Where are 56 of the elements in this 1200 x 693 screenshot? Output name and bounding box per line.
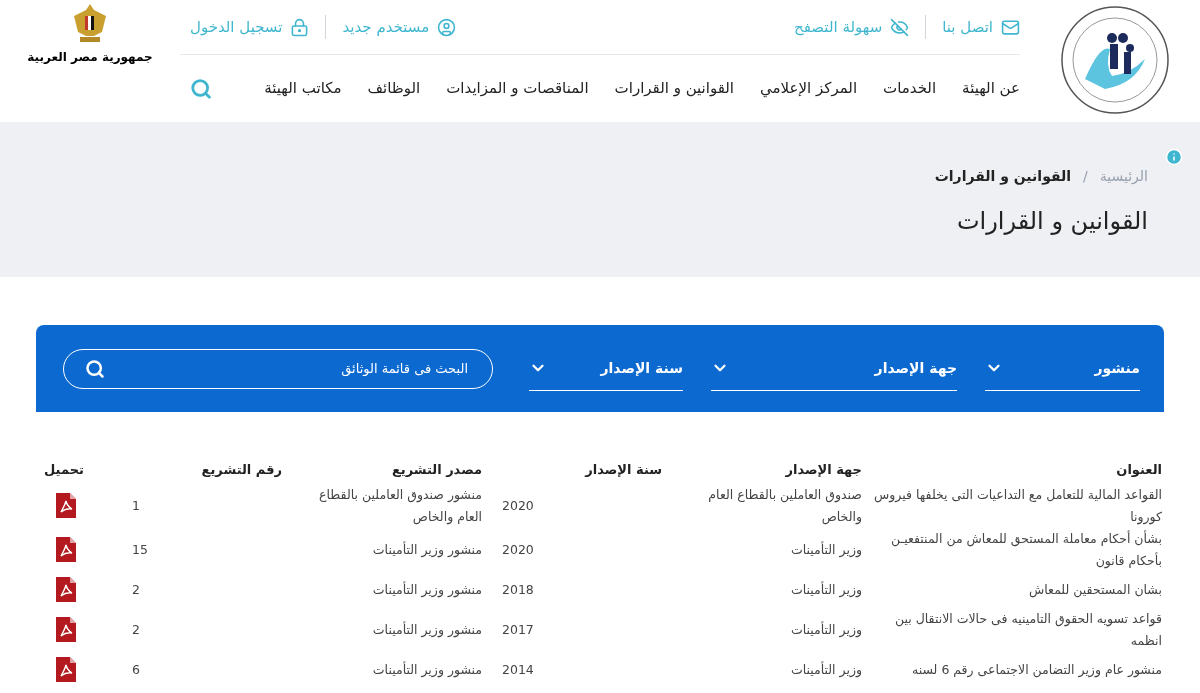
column-header: تحميل	[43, 461, 85, 479]
column-header: جهة الإصدار	[784, 461, 862, 479]
nav-link[interactable]: مكاتب الهيئة	[264, 77, 342, 100]
pdf-file-icon[interactable]	[56, 657, 76, 682]
table-cell-text: وزير التأمينات	[789, 620, 862, 640]
column-header: العنوان	[1115, 461, 1162, 479]
table-cell-text: 2020	[501, 496, 535, 515]
nav-link[interactable]: الخدمات	[883, 77, 937, 100]
table-cell-text: 1	[131, 496, 141, 515]
table-cell-text: 2	[131, 580, 141, 599]
table-cell-text: بشأن أحكام معاملة المستحق للمعاش من المنتفعيـن بأحكام قانون	[890, 529, 1162, 571]
table-cell-text: منشور وزير التأمينات	[371, 620, 482, 640]
search-field[interactable]: البحث فى قائمة الوثائق	[63, 348, 493, 389]
table-cell-text: 2018	[501, 580, 535, 599]
search-icon[interactable]	[85, 358, 105, 379]
table-cell-text: القواعد المالية للتعامل مع التداعيات التى يخلفها فيروس كورونا	[873, 485, 1162, 527]
table-cell-text: 2	[131, 620, 141, 639]
table-cell-text: منشور عام وزير التضامن الاجتماعى رقم 6 لسنه	[910, 660, 1162, 680]
mail-icon	[1001, 17, 1020, 37]
filter-dropdown[interactable]: منشور	[985, 346, 1140, 391]
column-header: مصدر التشريع	[390, 461, 482, 479]
eye-off-icon	[890, 17, 910, 37]
table-cell-text: 2017	[501, 620, 535, 639]
user-icon	[437, 17, 457, 37]
filter-dropdown[interactable]: جهة الإصدار	[711, 346, 957, 391]
filter-dropdown[interactable]: سنة الإصدار	[529, 346, 683, 391]
pdf-file-icon[interactable]	[56, 493, 76, 518]
pdf-file-icon[interactable]	[56, 577, 76, 602]
column-header: رقم التشريع	[200, 461, 282, 479]
table-cell-text: منشور وزير التأمينات	[371, 580, 482, 600]
table-cell-text: وزير التأمينات	[789, 580, 862, 600]
table-cell-text: منشور صندوق العاملين بالقطاع العام والخاص	[318, 485, 482, 527]
breadcrumb-separator: /	[1083, 167, 1088, 186]
nav-link[interactable]: المناقصات و المزايدات	[446, 77, 589, 100]
table-cell-text: 2020	[501, 540, 535, 559]
table-cell-text: بشان المستحقين للمعاش	[1028, 580, 1162, 600]
table-cell-text: منشور وزير التأمينات	[371, 540, 482, 560]
table-cell-text: منشور وزير التأمينات	[371, 660, 482, 680]
nav-link[interactable]: المركز الإعلامي	[760, 77, 858, 100]
table-cell-text: 15	[131, 540, 149, 559]
table-cell-text: 2014	[501, 660, 535, 679]
table-cell-text: 6	[131, 660, 141, 679]
lock-icon	[290, 17, 310, 37]
nav-link[interactable]: الوظائف	[367, 77, 421, 100]
nav-link[interactable]: عن الهيئة	[962, 77, 1020, 100]
page-title: القوانين و القرارات	[955, 206, 1148, 237]
nav-link[interactable]: القوانين و القرارات	[614, 77, 735, 100]
table-cell-text: وزير التأمينات	[789, 660, 862, 680]
table-cell-text: قواعد تسويه الحقوق التامينيه فى حالات الانتقال بين انظمه	[893, 609, 1162, 650]
breadcrumb-link[interactable]: القوانين و القرارات	[934, 166, 1072, 187]
table-cell-text: وزير التأمينات	[789, 540, 862, 560]
pdf-file-icon[interactable]	[56, 617, 76, 642]
table-cell-text: صندوق العاملين بالقطاع العام والخاص	[707, 485, 862, 527]
column-header: سنة الإصدار	[583, 461, 662, 479]
pdf-file-icon[interactable]	[56, 537, 76, 562]
emblem-caption: جمهورية مصر العربية	[27, 49, 153, 66]
